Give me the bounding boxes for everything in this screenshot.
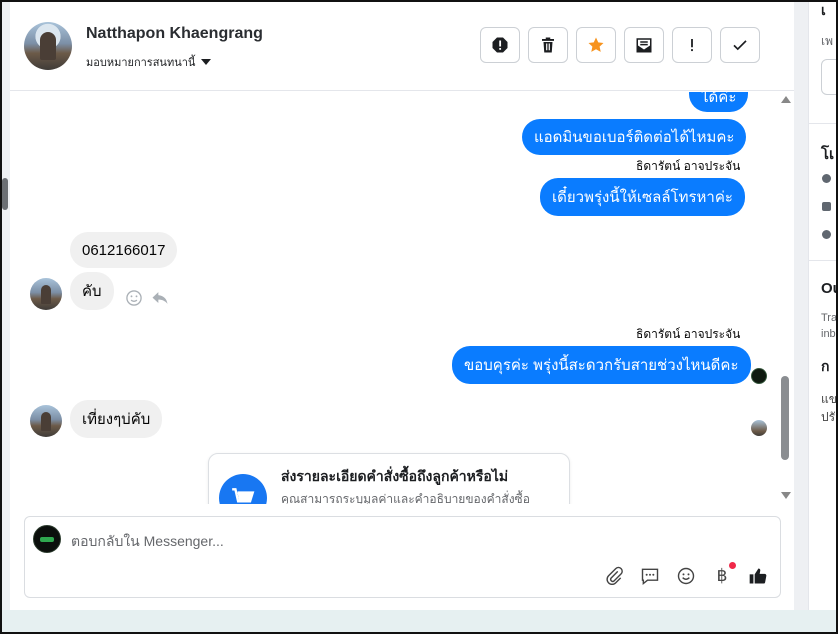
section-text: Tra [821, 312, 838, 324]
message-outgoing[interactable]: แอดมินขอเบอร์ติดต่อได้ไหมคะ [522, 119, 747, 155]
sender-name: ธิดารัตน์ อาจประจัน [636, 327, 741, 341]
contact-details-panel: เ เพ โเ Ou Tra inb ก แข ปรั [808, 2, 838, 610]
baht-icon: ฿ [716, 566, 728, 585]
message-text: 0612166017 [82, 241, 166, 259]
left-panel-resize-handle[interactable] [2, 178, 8, 210]
message-thread[interactable]: ได้ค่ะ แอดมินขอเบอร์ติดต่อได้ไหมคะ ธิดาร… [10, 92, 794, 504]
section-text: inb [821, 328, 836, 340]
reply-icon[interactable] [150, 288, 170, 308]
reply-input[interactable] [71, 531, 671, 551]
divider [809, 123, 838, 124]
payment-button[interactable]: ฿ [711, 562, 736, 587]
message-text: เที่ยงๆบ่คับ [82, 411, 151, 428]
panel-input[interactable] [821, 59, 838, 95]
react-emoji-icon[interactable] [124, 288, 144, 308]
section-subheading: ก [821, 358, 830, 374]
message-incoming[interactable]: 0612166017 [70, 232, 178, 268]
panel-heading: เ [821, 2, 826, 18]
mark-done-button[interactable] [720, 27, 760, 63]
section-heading: Ou [821, 280, 838, 297]
contact-avatar-small[interactable] [30, 278, 62, 310]
contact-read-receipt-avatar [751, 420, 767, 436]
conversation-panel: Natthapon Khaengrang มอบหมายการสนทนานี้ [10, 2, 794, 610]
mark-unread-button[interactable] [624, 27, 664, 63]
message-outgoing[interactable]: ได้ค่ะ [689, 92, 749, 112]
star-icon [588, 37, 604, 52]
conversation-toolbar [480, 27, 760, 63]
conversation-header: Natthapon Khaengrang มอบหมายการสนทนานี้ [10, 2, 794, 91]
section-text: ปรั [821, 410, 836, 424]
star-button[interactable] [576, 27, 616, 63]
clock-icon [822, 174, 831, 183]
emoji-icon [677, 567, 695, 585]
divider [809, 260, 838, 261]
message-outgoing[interactable]: เดี๋ยวพรุ่งนี้ให้เซลล์โทรหาค่ะ [540, 178, 745, 216]
composer-toolbar: ฿ [603, 562, 769, 587]
trash-icon [542, 37, 554, 53]
scrollbar-thumb[interactable] [781, 376, 789, 460]
notification-dot [729, 562, 736, 569]
thread-scrollbar[interactable] [778, 92, 792, 504]
follow-up-button[interactable] [672, 27, 712, 63]
contact-avatar-small[interactable] [30, 405, 62, 437]
order-card-title: ส่งรายละเอียดคำสั่งซื้อถึงลูกค้าหรือไม่ [281, 468, 509, 484]
delete-button[interactable] [528, 27, 568, 63]
message-actions [124, 288, 170, 308]
saved-reply-icon [641, 568, 659, 585]
section-text: แข [821, 392, 837, 406]
order-details-prompt-card[interactable]: ส่งรายละเอียดคำสั่งซื้อถึงลูกค้าหรือไม่ … [208, 453, 570, 504]
attach-button[interactable] [603, 565, 625, 587]
page-avatar [33, 525, 61, 553]
attach-icon [606, 566, 623, 585]
bottom-background [0, 610, 838, 634]
message-text: คับ [82, 283, 102, 300]
briefcase-icon [822, 202, 831, 211]
check-icon [733, 40, 747, 51]
message-text: ขอบคุรค่ะ พรุ่งนี้สะดวกรับสายช่วงไหนดีคะ [464, 357, 739, 374]
order-card-description: คุณสามารถระบุมูลค่าและคำอธิบายของคำสั่งซ… [281, 492, 530, 504]
saved-reply-button[interactable] [639, 565, 661, 587]
like-icon [749, 568, 767, 584]
message-incoming[interactable]: คับ [70, 272, 114, 310]
section-heading: โเ [821, 146, 835, 163]
scroll-down-arrow-icon[interactable] [781, 492, 791, 499]
emoji-button[interactable] [675, 565, 697, 587]
message-text: แอดมินขอเบอร์ติดต่อได้ไหมคะ [534, 129, 735, 146]
message-text: เดี๋ยวพรุ่งนี้ให้เซลล์โทรหาค่ะ [552, 189, 733, 206]
report-icon [492, 37, 508, 53]
sender-name: ธิดารัตน์ อาจประจัน [636, 159, 741, 173]
assign-label: มอบหมายการสนทนานี้ [86, 57, 196, 69]
shopping-cart-icon [219, 474, 267, 504]
report-button[interactable] [480, 27, 520, 63]
message-incoming[interactable]: เที่ยงๆบ่คับ [70, 400, 163, 438]
contact-name[interactable]: Natthapon Khaengrang [86, 25, 263, 43]
caret-down-icon [201, 59, 212, 65]
mark-unread-icon [636, 38, 652, 53]
message-text: ได้ค่ะ [701, 92, 737, 106]
contact-avatar[interactable] [24, 22, 72, 70]
exclamation-icon [691, 39, 693, 52]
page-read-receipt-avatar [751, 368, 767, 384]
assign-conversation-dropdown[interactable]: มอบหมายการสนทนานี้ [86, 53, 212, 71]
send-like-button[interactable] [747, 565, 769, 587]
location-icon [822, 230, 831, 239]
message-outgoing[interactable]: ขอบคุรค่ะ พรุ่งนี้สะดวกรับสายช่วงไหนดีคะ [452, 346, 751, 384]
panel-hint: เพ [821, 34, 834, 48]
reply-composer: ฿ [24, 516, 781, 598]
scroll-up-arrow-icon[interactable] [781, 96, 791, 103]
